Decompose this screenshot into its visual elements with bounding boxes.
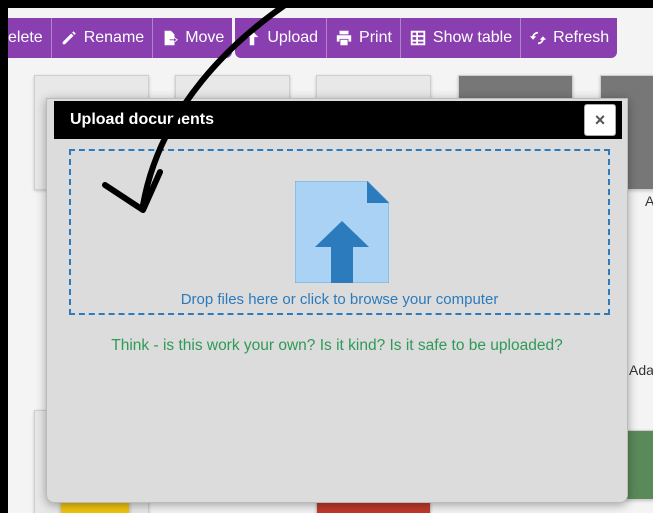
upload-button[interactable]: Upload [235,18,328,58]
rename-label: Rename [83,29,145,46]
toolbar-group-actions: Upload Print Show table Refresh [235,18,618,58]
dialog-title: Upload documents [70,111,215,128]
refresh-icon [529,31,547,45]
file-toolbar: elete Rename Move Upload Print Show tabl… [0,18,618,58]
upload-label: Upload [267,29,319,46]
refresh-label: Refresh [553,29,610,46]
delete-button[interactable]: elete [0,18,52,58]
upload-arrow-icon [246,30,259,46]
delete-label: elete [8,29,43,46]
file-name-label: A [645,193,653,209]
show-table-button[interactable]: Show table [401,18,522,58]
print-button[interactable]: Print [327,18,401,58]
pencil-icon [62,31,76,45]
table-grid-icon [410,30,426,46]
upload-file-icon [295,181,389,283]
rename-button[interactable]: Rename [52,18,154,58]
dropzone-text: Drop files here or click to browse your … [180,291,499,308]
upload-dialog: Upload documents × Drop files here or cl… [46,98,628,503]
close-icon: × [594,109,606,130]
screen: elete Rename Move Upload Print Show tabl… [0,0,653,513]
move-document-icon [164,30,179,46]
refresh-button[interactable]: Refresh [521,18,617,58]
printer-icon [336,30,352,46]
close-button[interactable]: × [584,104,616,136]
show-table-label: Show table [432,29,513,46]
move-button[interactable]: Move [153,18,232,58]
upload-warning-text: Think - is this work your own? Is it kin… [111,337,563,354]
file-dropzone[interactable]: Drop files here or click to browse your … [69,149,610,315]
dialog-header: Upload documents × [54,101,622,139]
file-thumbnail[interactable] [625,430,653,500]
toolbar-group-edit: elete Rename Move [0,18,233,58]
move-label: Move [185,29,225,46]
file-name-label: Ada [629,362,653,378]
print-label: Print [359,29,392,46]
